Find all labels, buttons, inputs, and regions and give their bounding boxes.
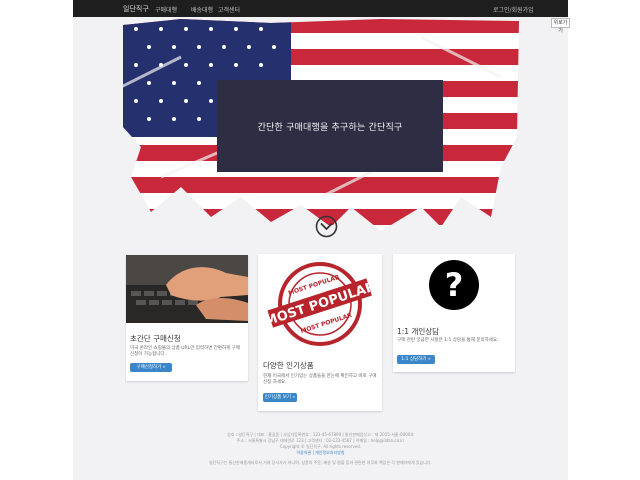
question-mark-icon: ? <box>393 254 515 318</box>
card-title: 초간단 구매신청 <box>130 334 181 343</box>
card-description: 미국 온라인 쇼핑몰의 상품 URL만 입력하면 간편하게 구매신청이 가능합니… <box>130 346 241 357</box>
svg-text:?: ? <box>445 266 464 304</box>
hero-headline-box: 간단한 구매대행을 추구하는 간단직구 <box>217 80 443 172</box>
popular-items-button[interactable]: 인기상품 보기 » <box>263 393 297 402</box>
card-description: 현재 미국에서 인기있는 상품들을 한눈에 확인하고 바로 구매신청 하세요. <box>263 374 377 385</box>
card-title: 1:1 개인상담 <box>397 327 440 336</box>
order-button[interactable]: 구매신청하기 » <box>130 363 172 372</box>
card-title: 다양한 인기상품 <box>263 361 314 370</box>
side-floating-tag[interactable]: 위로가기 <box>551 18 570 34</box>
footer-links[interactable]: 이용약관 | 개인정보처리방침 <box>73 450 568 456</box>
typing-hands-image <box>126 255 248 323</box>
nav-item-support[interactable]: 고객센터 <box>218 5 240 14</box>
chevron-down-circle-icon[interactable] <box>315 215 338 238</box>
footer-disclaimer: 일단직구는 통신판매중개자로서 거래 당사자가 아니며, 상품의 주문, 배송 … <box>209 460 432 465</box>
card-description: 구매 관련 궁금한 사항은 1:1 상담을 통해 문의하세요. <box>397 338 499 343</box>
nav-item-purchase[interactable]: 구매대행 <box>155 5 177 14</box>
login-link[interactable]: 로그인/회원가입 <box>493 5 534 14</box>
top-navbar: 일단직구 구매대행 배송대행 고객센터 로그인/회원가입 <box>73 0 568 17</box>
consult-button[interactable]: 1:1 상담하기 » <box>397 355 435 364</box>
feature-card-popular: MOST POPULAR MOST POPULAR MOST POPULAR 다… <box>258 254 382 411</box>
hero-headline: 간단한 구매대행을 추구하는 간단직구 <box>257 122 403 133</box>
most-popular-stamp: MOST POPULAR MOST POPULAR MOST POPULAR <box>258 254 382 350</box>
nav-item-shipping[interactable]: 배송대행 <box>191 5 213 14</box>
feature-card-consult: ? 1:1 개인상담 구매 관련 궁금한 사항은 1:1 상담을 통해 문의하세… <box>393 254 515 372</box>
feature-card-easy-order: 초간단 구매신청 미국 온라인 쇼핑몰의 상품 URL만 입력하면 간편하게 구… <box>126 255 248 381</box>
site-logo[interactable]: 일단직구 <box>123 4 149 14</box>
